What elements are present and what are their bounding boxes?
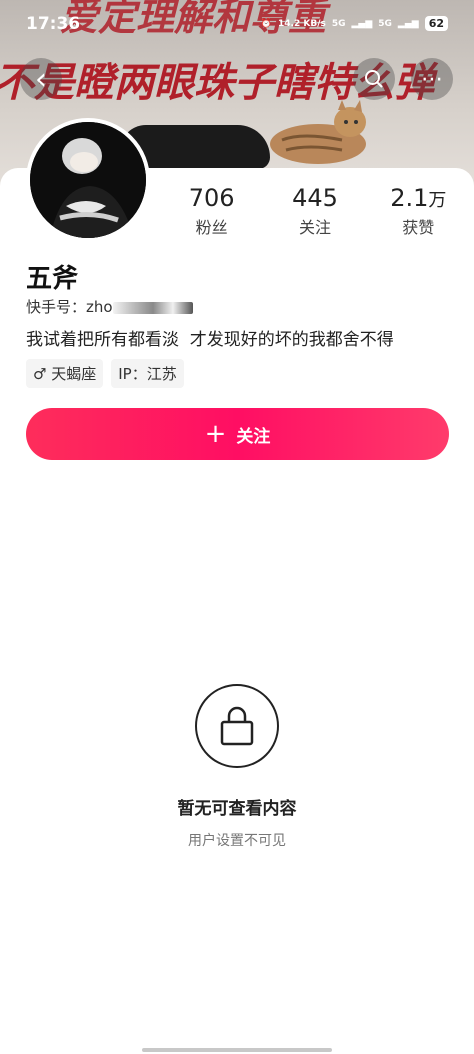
search-icon	[365, 70, 383, 88]
status-indicators: ⏰ 14.2 KB/s 5G ▂▄▆ 5G ▂▄▆ 62	[261, 16, 448, 31]
battery-level: 62	[424, 16, 448, 31]
signal-bars-icon-2: ▂▄▆	[397, 18, 419, 29]
kuaishou-id: 快手号：zho	[26, 296, 193, 317]
stat-followers[interactable]: 706 粉丝	[162, 184, 262, 238]
follow-label: 关注	[236, 426, 271, 447]
profile-tags: ♂ 天蝎座 IP：江苏	[26, 359, 184, 388]
profile-name: 五斧	[26, 264, 79, 294]
stat-unit: 万	[428, 190, 447, 211]
follow-button[interactable]: + 关注	[26, 408, 449, 460]
stat-label: 关注	[298, 218, 331, 237]
stat-value: 2.1	[390, 184, 429, 212]
stat-likes[interactable]: 2.1万 获赞	[368, 184, 468, 238]
avatar[interactable]	[26, 118, 150, 242]
back-chevron-icon: ‹	[35, 61, 47, 97]
profile-stats: 706 粉丝 445 关注 2.1万 获赞	[160, 184, 470, 238]
empty-state-subtitle: 用户设置不可见	[188, 833, 286, 849]
alarm-icon: ⏰	[260, 18, 273, 29]
network-speed: 14.2 KB/s	[278, 18, 326, 29]
stat-value: 706	[188, 184, 235, 212]
status-bar: 17:36 ⏰ 14.2 KB/s 5G ▂▄▆ 5G ▂▄▆ 62	[0, 0, 474, 50]
stat-label: 获赞	[402, 218, 435, 237]
redacted-mark	[112, 301, 193, 314]
tag-zodiac: ♂ 天蝎座	[26, 359, 104, 388]
status-time: 17:36	[26, 14, 81, 34]
tag-ip-location: IP：江苏	[111, 359, 184, 388]
profile-bio: 我试着把所有都看淡 才发现好的坏的我都舍不得	[26, 330, 394, 350]
back-button[interactable]: ‹	[20, 58, 62, 100]
more-button[interactable]: ⋯	[411, 58, 453, 100]
lock-icon	[220, 706, 254, 746]
plus-icon: +	[204, 419, 227, 449]
empty-state-lock-badge	[195, 684, 279, 768]
search-button[interactable]	[353, 58, 395, 100]
signal-bars-icon: ▂▄▆	[351, 18, 373, 29]
signal-5g-2: 5G	[378, 18, 392, 29]
stat-label: 粉丝	[195, 218, 228, 237]
stat-value: 445	[292, 184, 338, 212]
more-icon: ⋯	[421, 66, 443, 92]
empty-state-title: 暂无可查看内容	[177, 799, 297, 819]
tabby-cat-image	[270, 100, 366, 164]
stat-following[interactable]: 445 关注	[265, 184, 365, 238]
avatar-image	[30, 122, 146, 238]
signal-5g-1: 5G	[331, 18, 346, 29]
home-indicator[interactable]	[142, 1048, 332, 1052]
id-text: 快手号：zho	[26, 298, 113, 316]
